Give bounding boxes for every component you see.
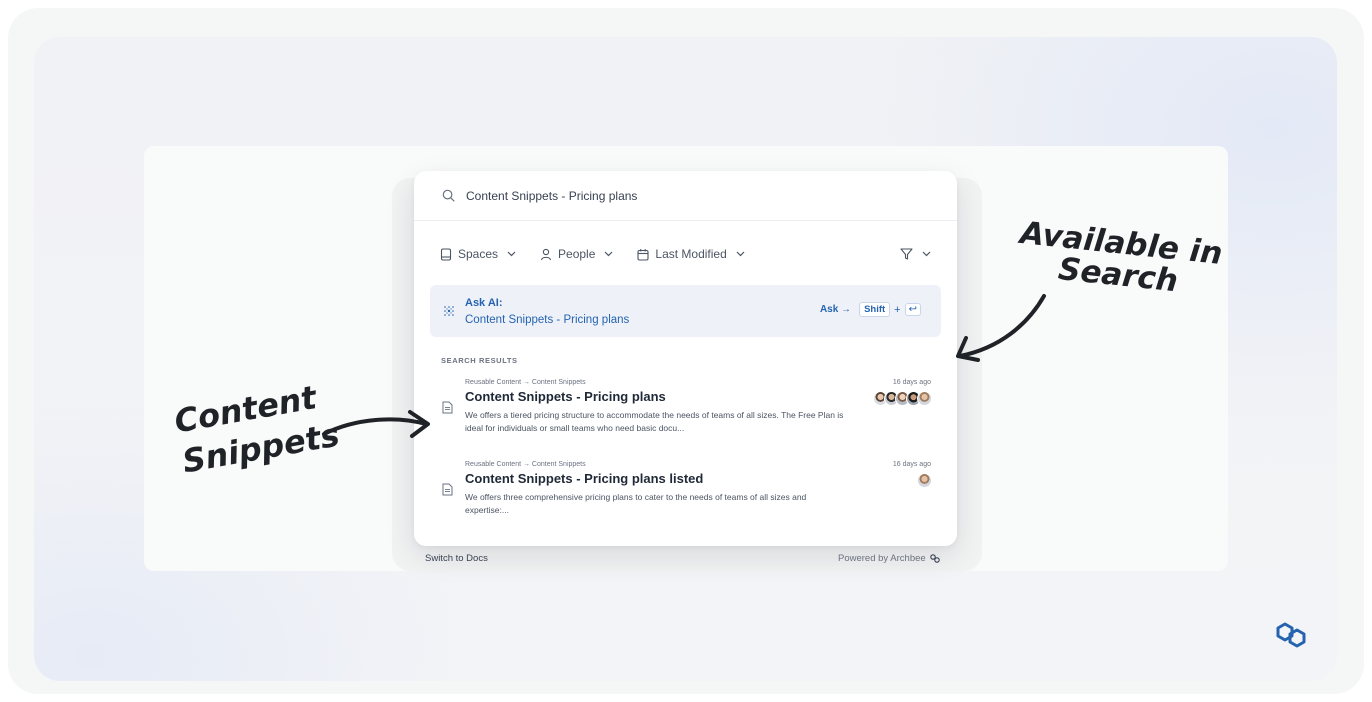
contributors-avatars (873, 391, 932, 406)
search-results-heading: SEARCH RESULTS (441, 356, 518, 365)
ask-ai-row[interactable]: Ask AI: Content Snippets - Pricing plans… (430, 285, 941, 337)
result-timestamp: 16 days ago (892, 379, 931, 386)
shift-key: Shift (859, 302, 891, 317)
archbee-logo-icon (929, 554, 940, 563)
enter-key-icon: ↩ (904, 303, 921, 316)
result-title: Content Snippets - Pricing plans listed (465, 471, 704, 486)
ask-action-label: Ask → (819, 304, 852, 315)
filter-spaces-label: Spaces (458, 247, 499, 261)
ask-ai-label: Ask AI: (465, 297, 503, 309)
search-input[interactable]: Content Snippets - Pricing plans (466, 189, 637, 203)
result-title: Content Snippets - Pricing plans (465, 389, 666, 404)
ask-ai-shortcut: Ask → Shift + ↩ (820, 302, 921, 317)
chevron-down-icon (922, 251, 931, 257)
search-result-item[interactable]: Reusable Content → Content Snippets 16 d… (440, 379, 934, 441)
chevron-down-icon (736, 251, 745, 257)
person-icon (540, 248, 552, 260)
filter-people-label: People (558, 247, 596, 261)
powered-by[interactable]: Powered by Archbee (838, 553, 940, 564)
result-snippet: We offers three comprehensive pricing pl… (465, 492, 807, 515)
brand-logo-icon (1276, 622, 1306, 648)
filter-last-modified-label: Last Modified (655, 247, 727, 261)
switch-to-docs-link[interactable]: Switch to Docs (425, 553, 488, 564)
chevron-down-icon (507, 251, 516, 257)
search-icon (442, 189, 455, 202)
avatar (917, 473, 932, 488)
funnel-icon (900, 248, 913, 260)
shortcut-plus: + (894, 303, 901, 316)
avatar (917, 391, 932, 406)
document-icon (442, 401, 453, 414)
result-snippet: We offers a tiered pricing structure to … (465, 410, 844, 433)
result-timestamp: 16 days ago (892, 461, 931, 468)
ai-sparkle-icon (444, 306, 454, 316)
ask-ai-query: Content Snippets - Pricing plans (465, 314, 630, 326)
filter-more-button[interactable] (900, 248, 931, 260)
filter-spaces[interactable]: Spaces (440, 247, 516, 261)
result-breadcrumb: Reusable Content → Content Snippets (465, 379, 586, 386)
contributors-avatars (917, 473, 932, 488)
result-breadcrumb: Reusable Content → Content Snippets (465, 461, 586, 468)
filter-last-modified[interactable]: Last Modified (637, 247, 745, 261)
search-result-item[interactable]: Reusable Content → Content Snippets 16 d… (440, 461, 934, 523)
calendar-icon (637, 248, 649, 261)
arrow-down-left-icon (956, 294, 1046, 362)
powered-by-label: Powered by Archbee (838, 553, 926, 564)
filter-bar: Spaces People Last Modified (440, 245, 931, 263)
search-modal: Content Snippets - Pricing plans Spaces … (414, 171, 957, 546)
search-bar[interactable]: Content Snippets - Pricing plans (414, 171, 957, 221)
chevron-down-icon (604, 251, 613, 257)
book-icon (440, 247, 452, 261)
document-icon (442, 483, 453, 496)
arrow-right-icon (322, 410, 430, 438)
filter-people[interactable]: People (540, 247, 613, 261)
